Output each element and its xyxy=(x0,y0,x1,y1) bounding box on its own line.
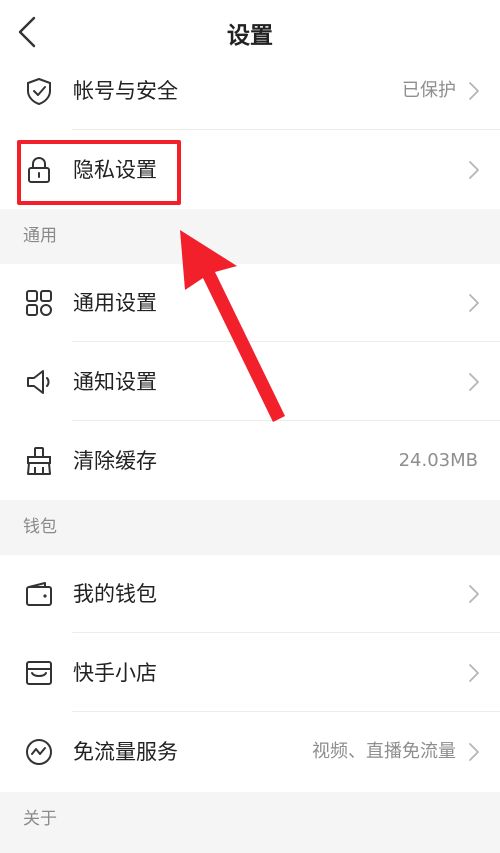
chevron-right-icon xyxy=(469,294,479,312)
settings-row-clear-cache[interactable]: 清除缓存 24.03MB xyxy=(0,422,500,500)
wallet-icon xyxy=(26,582,52,606)
row-label: 我的钱包 xyxy=(73,582,157,606)
settings-row-account-security[interactable]: 帐号与安全 已保护 xyxy=(0,52,500,130)
section-title: 钱包 xyxy=(23,517,57,537)
settings-row-data-free[interactable]: 免流量服务 视频、直播免流量 xyxy=(0,713,500,791)
chevron-right-icon xyxy=(469,743,479,761)
row-label: 通知设置 xyxy=(73,370,157,394)
row-divider xyxy=(72,632,500,633)
row-value: 已保护 xyxy=(402,80,456,101)
row-divider xyxy=(72,711,500,712)
shop-icon xyxy=(26,661,52,685)
section-title: 关于 xyxy=(23,809,57,829)
chevron-right-icon xyxy=(469,373,479,391)
settings-row-shop[interactable]: 快手小店 xyxy=(0,634,500,712)
section-header-wallet: 钱包 xyxy=(0,500,500,555)
section-header-about: 关于 xyxy=(0,792,500,853)
section-title: 通用 xyxy=(23,226,57,246)
row-label: 清除缓存 xyxy=(73,449,157,473)
chevron-right-icon xyxy=(469,585,479,603)
row-label: 快手小店 xyxy=(73,661,157,685)
row-label: 通用设置 xyxy=(73,291,157,315)
arrow-annotation-icon xyxy=(180,230,285,422)
data-flow-icon xyxy=(26,739,52,765)
cache-size-value: 24.03MB xyxy=(398,450,478,471)
row-divider xyxy=(72,129,500,130)
row-value: 视频、直播免流量 xyxy=(312,741,456,762)
highlight-box xyxy=(17,140,181,205)
chevron-right-icon xyxy=(469,664,479,682)
grid-icon xyxy=(26,290,52,316)
chevron-right-icon xyxy=(469,161,479,179)
row-label: 免流量服务 xyxy=(73,740,178,764)
row-label: 帐号与安全 xyxy=(73,79,178,103)
shield-icon xyxy=(27,77,51,106)
chevron-right-icon xyxy=(469,82,479,100)
settings-row-my-wallet[interactable]: 我的钱包 xyxy=(0,555,500,633)
speaker-icon xyxy=(27,370,50,394)
page-title: 设置 xyxy=(227,23,273,49)
broom-icon xyxy=(27,447,51,475)
